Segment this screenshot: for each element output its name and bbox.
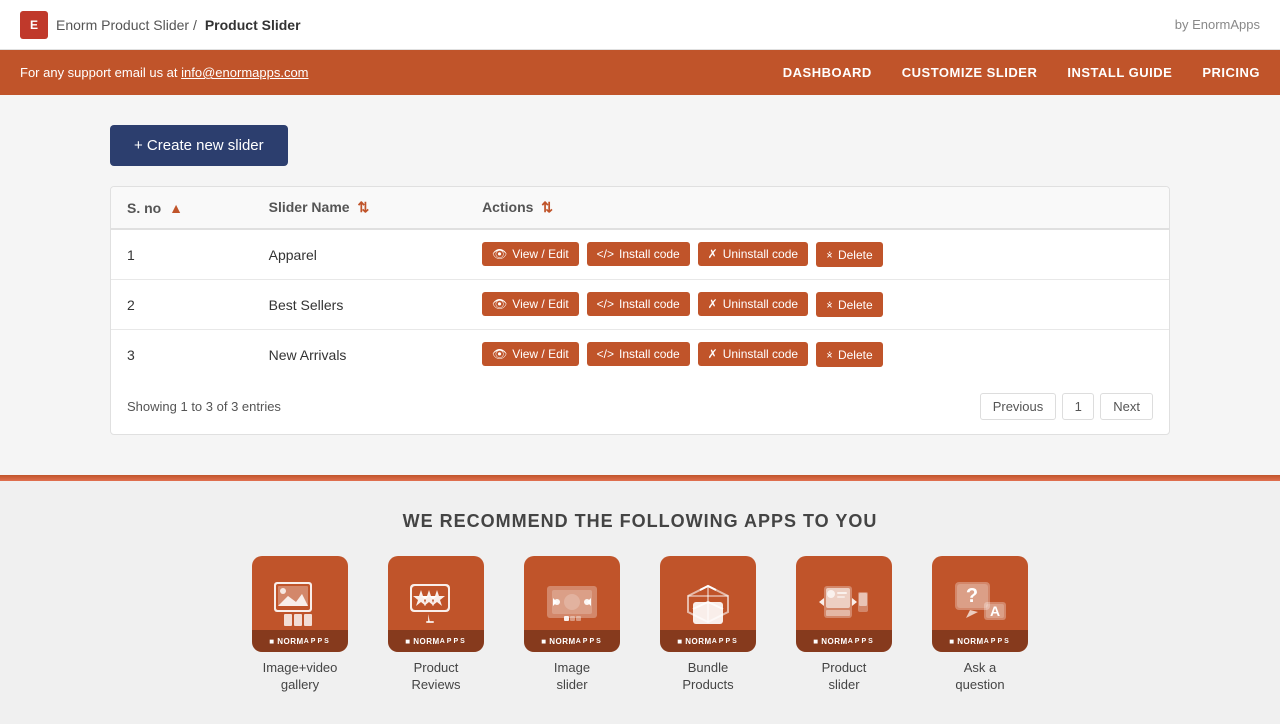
nav-links: DASHBOARD CUSTOMIZE SLIDER INSTALL GUIDE… [783, 65, 1260, 80]
sliders-table: S. no ▲ Slider Name ⇅ Actions ⇅ 1 Appa [111, 187, 1169, 379]
code-icon: </> [597, 347, 614, 361]
top-bar: E Enorm Product Slider / Product Slider … [0, 0, 1280, 50]
cell-actions: 👁 View / Edit </> Install code ✗ Uninsta… [466, 280, 1169, 330]
app-card-product-reviews[interactable]: ■ NORM APPS ProductReviews [376, 556, 496, 694]
uninstall-code-button[interactable]: ✗ Uninstall code [698, 242, 808, 266]
app-label-image-slider: Imageslider [554, 660, 590, 694]
col-slider-name[interactable]: Slider Name ⇅ [253, 187, 466, 229]
install-code-button[interactable]: </> Install code [587, 292, 690, 316]
previous-button[interactable]: Previous [980, 393, 1057, 420]
nav-customize-slider[interactable]: CUSTOMIZE SLIDER [902, 65, 1038, 80]
enorm-badge: ■ NORM APPS [660, 630, 756, 652]
table-row: 1 Apparel 👁 View / Edit </> Install code… [111, 229, 1169, 280]
breadcrumb: E Enorm Product Slider / Product Slider [20, 11, 301, 39]
app-card-image-video-gallery[interactable]: ■ NORM APPS Image+videogallery [240, 556, 360, 694]
delete-icon: ⨰ [826, 247, 833, 262]
app-card-ask-question[interactable]: ? A ■ NORM APPS Ask aquestion [920, 556, 1040, 694]
support-text: For any support email us at info@enormap… [20, 65, 309, 80]
app-label-bundle-products: BundleProducts [682, 660, 733, 694]
cell-sno: 1 [111, 229, 253, 280]
app-card-product-slider[interactable]: ■ NORM APPS Productslider [784, 556, 904, 694]
view-edit-button[interactable]: 👁 View / Edit [482, 292, 579, 316]
col-sno[interactable]: S. no ▲ [111, 187, 253, 229]
app-logo: E [20, 11, 48, 39]
nav-install-guide[interactable]: INSTALL GUIDE [1067, 65, 1172, 80]
cell-slider-name: Apparel [253, 229, 466, 280]
sort-icon-sno: ▲ [169, 200, 183, 216]
install-code-button[interactable]: </> Install code [587, 242, 690, 266]
enorm-badge: ■ NORM APPS [932, 630, 1028, 652]
svg-text:A: A [990, 603, 1000, 619]
breadcrumb-current: Product Slider [205, 17, 301, 33]
app-label-image-video-gallery: Image+videogallery [263, 660, 338, 694]
x-icon: ✗ [708, 247, 718, 261]
sort-icon-name: ⇅ [357, 199, 369, 216]
next-button[interactable]: Next [1100, 393, 1153, 420]
enorm-badge: ■ NORM APPS [388, 630, 484, 652]
app-icon-ask-question: ? A ■ NORM APPS [932, 556, 1028, 652]
enorm-badge: ■ NORM APPS [524, 630, 620, 652]
showing-text: Showing 1 to 3 of 3 entries [127, 399, 281, 414]
table-row: 2 Best Sellers 👁 View / Edit </> Install… [111, 280, 1169, 330]
view-edit-button[interactable]: 👁 View / Edit [482, 342, 579, 366]
app-icon-product-reviews: ■ NORM APPS [388, 556, 484, 652]
cell-slider-name: New Arrivals [253, 330, 466, 380]
pagination-controls: Previous 1 Next [980, 393, 1153, 420]
x-icon: ✗ [708, 297, 718, 311]
app-icon-image-slider: ■ NORM APPS [524, 556, 620, 652]
current-page: 1 [1062, 393, 1094, 420]
app-icon-bundle-products: ■ NORM APPS [660, 556, 756, 652]
nav-pricing[interactable]: PRICING [1202, 65, 1260, 80]
table-row: 3 New Arrivals 👁 View / Edit </> Install… [111, 330, 1169, 380]
by-label: by EnormApps [1175, 17, 1260, 32]
recommendations-section: WE RECOMMEND THE FOLLOWING APPS TO YOU ■… [0, 481, 1280, 724]
delete-icon: ⨰ [826, 347, 833, 362]
view-edit-button[interactable]: 👁 View / Edit [482, 242, 579, 266]
eye-icon: 👁 [492, 347, 507, 361]
col-actions: Actions ⇅ [466, 187, 1169, 229]
cell-actions: 👁 View / Edit </> Install code ✗ Uninsta… [466, 229, 1169, 280]
cell-sno: 2 [111, 280, 253, 330]
uninstall-code-button[interactable]: ✗ Uninstall code [698, 342, 808, 366]
app-icon-image-video-gallery: ■ NORM APPS [252, 556, 348, 652]
enorm-badge: ■ NORM APPS [252, 630, 348, 652]
breadcrumb-prefix: Enorm Product Slider / [56, 17, 197, 33]
code-icon: </> [597, 247, 614, 261]
delete-button[interactable]: ⨰ Delete [816, 292, 883, 317]
pagination-row: Showing 1 to 3 of 3 entries Previous 1 N… [111, 379, 1169, 434]
code-icon: </> [597, 297, 614, 311]
app-label-product-reviews: ProductReviews [411, 660, 460, 694]
eye-icon: 👁 [492, 297, 507, 311]
support-email-link[interactable]: info@enormapps.com [181, 65, 308, 80]
delete-button[interactable]: ⨰ Delete [816, 342, 883, 367]
delete-button[interactable]: ⨰ Delete [816, 242, 883, 267]
app-label-product-slider: Productslider [822, 660, 867, 694]
x-icon: ✗ [708, 347, 718, 361]
main-content: + Create new slider S. no ▲ Slider Name … [90, 95, 1190, 455]
cell-actions: 👁 View / Edit </> Install code ✗ Uninsta… [466, 330, 1169, 380]
cell-sno: 3 [111, 330, 253, 380]
nav-dashboard[interactable]: DASHBOARD [783, 65, 872, 80]
enorm-badge: ■ NORM APPS [796, 630, 892, 652]
delete-icon: ⨰ [826, 297, 833, 312]
table-header-row: S. no ▲ Slider Name ⇅ Actions ⇅ [111, 187, 1169, 229]
sort-icon-actions: ⇅ [541, 199, 553, 216]
svg-text:?: ? [966, 585, 978, 607]
sliders-table-container: S. no ▲ Slider Name ⇅ Actions ⇅ 1 Appa [110, 186, 1170, 435]
uninstall-code-button[interactable]: ✗ Uninstall code [698, 292, 808, 316]
apps-grid: ■ NORM APPS Image+videogallery ■ NORM AP… [20, 556, 1260, 694]
app-card-bundle-products[interactable]: ■ NORM APPS BundleProducts [648, 556, 768, 694]
nav-bar: For any support email us at info@enormap… [0, 50, 1280, 95]
create-slider-button[interactable]: + Create new slider [110, 125, 288, 166]
app-label-ask-question: Ask aquestion [955, 660, 1004, 694]
eye-icon: 👁 [492, 247, 507, 261]
app-card-image-slider[interactable]: ■ NORM APPS Imageslider [512, 556, 632, 694]
app-icon-product-slider: ■ NORM APPS [796, 556, 892, 652]
recommendations-title: WE RECOMMEND THE FOLLOWING APPS TO YOU [20, 511, 1260, 532]
cell-slider-name: Best Sellers [253, 280, 466, 330]
install-code-button[interactable]: </> Install code [587, 342, 690, 366]
